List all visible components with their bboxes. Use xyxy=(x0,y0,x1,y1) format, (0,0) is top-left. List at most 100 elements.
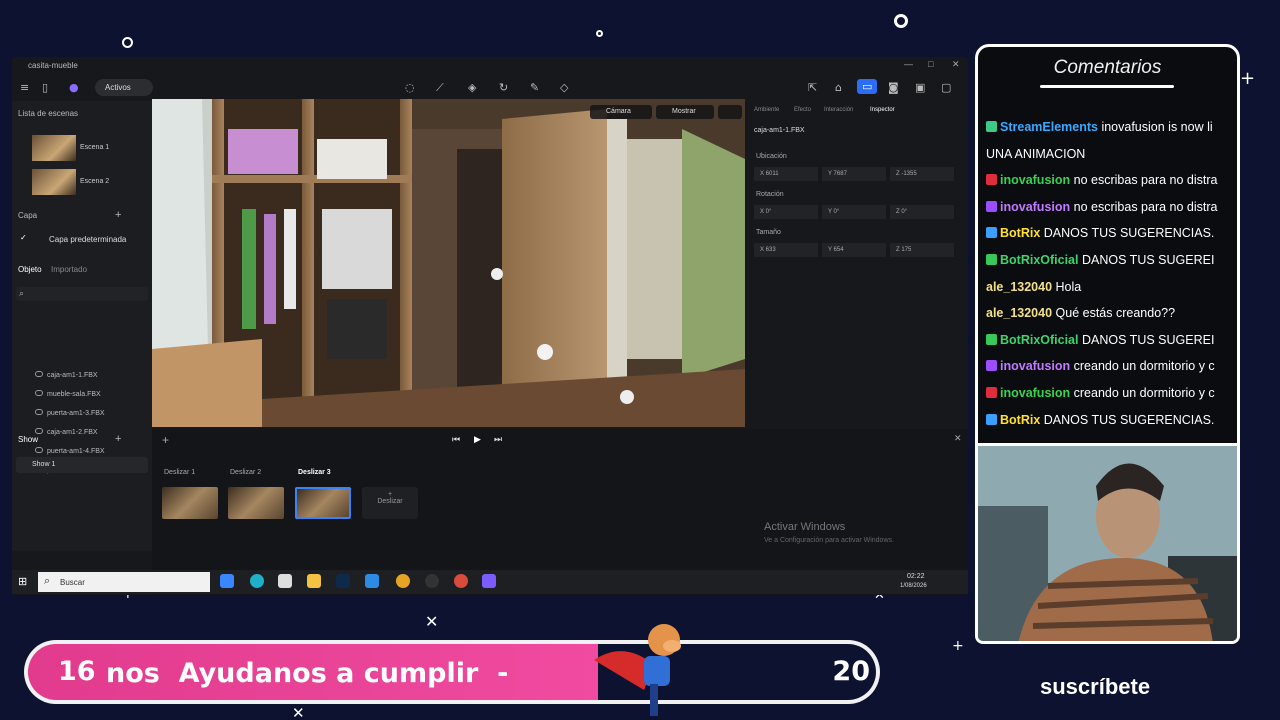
chat-message: BotRixOficial DANOS TUS SUGEREI xyxy=(986,333,1214,347)
rotation-label: Rotación xyxy=(756,191,784,198)
chat-text: Hola xyxy=(1055,279,1082,294)
assets-label: Activos xyxy=(105,83,131,92)
slide-thumbnail[interactable] xyxy=(228,487,284,519)
vscode-icon[interactable] xyxy=(365,574,379,588)
camera-dropdown[interactable]: Cámara xyxy=(590,105,652,119)
taskbar-search[interactable]: ⌕ Buscar xyxy=(38,572,210,592)
mesh-icon xyxy=(35,428,43,434)
app-window: casita-mueble — □ ✕ ≡ ▯ ● Activos ◌ ⟋ ◈ … xyxy=(12,57,968,595)
size-label: Tamaño xyxy=(756,229,781,236)
chat-message: inovafusion creando un dormitorio y c xyxy=(986,386,1215,400)
show-item[interactable]: Show 1 xyxy=(16,457,148,473)
close-icon[interactable]: ✕ xyxy=(952,59,960,70)
sidebar: Lista de escenas Escena 1 Escena 2 Capa … xyxy=(12,101,152,551)
chat-username: BotRixOficial xyxy=(1000,332,1079,347)
add-layer-icon[interactable]: + xyxy=(115,209,121,221)
next-icon[interactable]: ⏭ xyxy=(494,434,502,445)
tab-imported[interactable]: Importado xyxy=(51,265,87,274)
object-item[interactable]: caja-am1-2.FBX xyxy=(35,428,98,436)
video-icon[interactable]: ▣ xyxy=(915,81,925,94)
tab-interaction[interactable]: Interacción xyxy=(824,107,853,113)
close-timeline-icon[interactable]: ✕ xyxy=(954,433,962,444)
assets-button[interactable]: Activos xyxy=(95,79,153,96)
bulb-icon[interactable]: ◌ xyxy=(405,81,415,94)
object-item[interactable]: puerta-am1-4.FBX xyxy=(35,447,105,455)
3d-viewport[interactable]: Cámara Mostrar xyxy=(152,99,745,427)
badge-icon xyxy=(986,174,997,186)
app-active-icon[interactable] xyxy=(482,574,496,588)
chat-username: StreamElements xyxy=(1000,120,1098,134)
decor-star-icon: + xyxy=(1240,68,1256,89)
object-item[interactable]: caja-am1-1.FBX xyxy=(35,371,98,379)
object-name: puerta-am1-3.FBX xyxy=(47,410,105,417)
file-icon[interactable]: ▯ xyxy=(42,81,48,94)
tab-object[interactable]: Objeto xyxy=(18,265,42,274)
default-layer[interactable]: Capa predeterminada xyxy=(49,235,126,244)
rotation-y[interactable]: Y 0° xyxy=(822,205,886,219)
show-dropdown[interactable]: Mostrar xyxy=(656,105,714,119)
add-show-icon[interactable]: + xyxy=(115,433,121,445)
rotation-x[interactable]: X 0° xyxy=(754,205,818,219)
minimize-icon[interactable]: — xyxy=(904,59,913,69)
monitor-icon[interactable]: ▭ xyxy=(857,79,878,94)
export-icon[interactable]: ⇱ xyxy=(808,81,817,94)
scene-item[interactable]: Escena 1 xyxy=(32,135,147,161)
location-x[interactable]: X 6011 xyxy=(754,167,818,181)
tab-inspector[interactable]: Inspector xyxy=(870,107,895,113)
clock-date: 1/08/2026 xyxy=(900,583,927,589)
chat-text: no escribas para no distra xyxy=(1073,199,1218,214)
refresh-icon[interactable]: ↻ xyxy=(499,81,508,94)
store-icon[interactable] xyxy=(278,574,292,588)
slide-thumbnail[interactable] xyxy=(162,487,218,519)
object-item[interactable]: puerta-am1-3.FBX xyxy=(35,409,105,417)
chrome-icon[interactable] xyxy=(454,574,468,588)
size-x[interactable]: X 633 xyxy=(754,243,818,257)
edge-icon[interactable] xyxy=(250,574,264,588)
badge-icon xyxy=(986,254,997,265)
subscribe-label: suscríbete xyxy=(1040,674,1151,699)
size-y[interactable]: Y 654 xyxy=(822,243,886,257)
clock-time: 02:22 xyxy=(907,573,925,580)
badge-icon xyxy=(986,200,997,212)
location-y[interactable]: Y 7687 xyxy=(822,167,886,181)
goal-text: nos Ayudanos a cumplir - xyxy=(106,658,509,689)
tab-ambient[interactable]: Ambiente xyxy=(754,107,779,113)
app-icon[interactable] xyxy=(220,574,234,588)
chrome-icon[interactable] xyxy=(396,574,410,588)
windows-start-icon[interactable]: ⊞ xyxy=(18,575,27,588)
chat-username: inovafusion xyxy=(1000,386,1071,400)
settings-dropdown[interactable] xyxy=(718,105,742,119)
photoshop-icon[interactable] xyxy=(336,574,350,588)
maximize-icon[interactable]: □ xyxy=(928,59,933,69)
screen-icon[interactable]: ▢ xyxy=(941,81,951,94)
object-search[interactable]: ⌕ xyxy=(16,287,148,301)
size-z[interactable]: Z 175 xyxy=(890,243,954,257)
pen-icon[interactable]: ✎ xyxy=(530,81,539,94)
layers-icon[interactable]: ◇ xyxy=(560,81,568,94)
add-track-icon[interactable]: + xyxy=(162,433,169,447)
leaf-icon[interactable]: ◈ xyxy=(468,81,476,94)
scene-item[interactable]: Escena 2 xyxy=(32,169,147,195)
camera-icon[interactable]: ◙ xyxy=(888,81,899,94)
room-render xyxy=(152,99,745,427)
slide-thumbnail[interactable] xyxy=(295,487,351,519)
play-icon[interactable]: ▶ xyxy=(474,434,481,445)
tab-effect[interactable]: Efecto xyxy=(794,107,811,113)
badge-icon xyxy=(986,227,997,239)
home-icon[interactable]: ⌂ xyxy=(835,81,842,94)
check-icon: ✓ xyxy=(20,233,27,242)
prev-icon[interactable]: ⏮ xyxy=(452,434,460,445)
location-z[interactable]: Z -1355 xyxy=(890,167,954,181)
goal-current: 16 xyxy=(58,656,96,687)
layer-header: Capa xyxy=(18,211,38,220)
rotation-z[interactable]: Z 0° xyxy=(890,205,954,219)
path-icon[interactable]: ⟋ xyxy=(436,81,444,95)
add-slide-button[interactable]: + Deslizar xyxy=(362,487,418,519)
streamer-image xyxy=(978,446,1237,641)
chat-message: inovafusion no escribas para no distra xyxy=(986,200,1217,214)
object-item[interactable]: mueble-sala.FBX xyxy=(35,390,101,398)
folder-icon[interactable] xyxy=(307,574,321,588)
menu-icon[interactable]: ≡ xyxy=(20,81,29,94)
show-label: Mostrar xyxy=(672,108,696,115)
obs-icon[interactable] xyxy=(425,574,439,588)
